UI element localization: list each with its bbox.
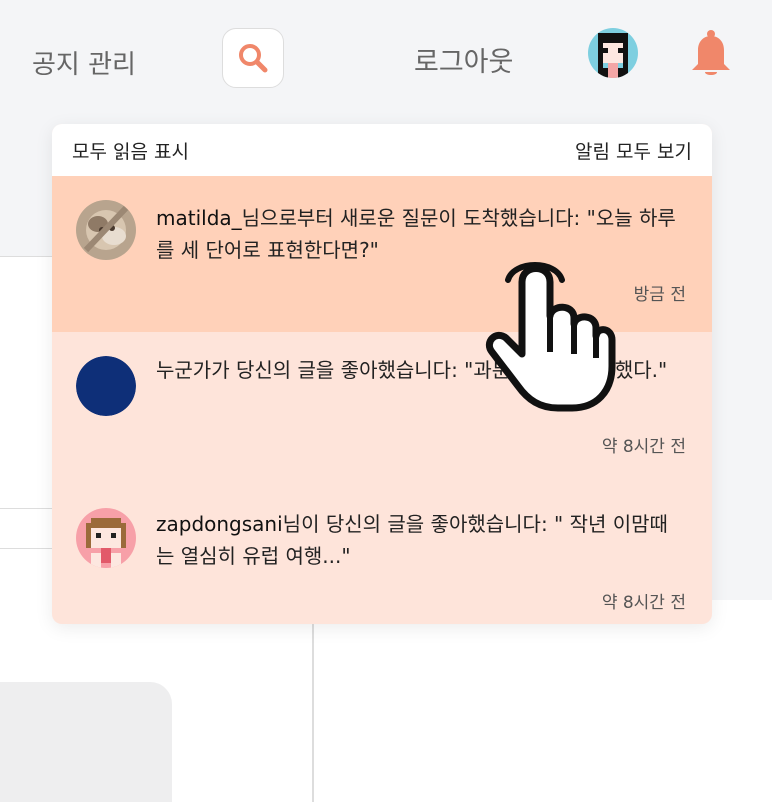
avatar xyxy=(76,200,136,260)
notification-username[interactable]: matilda_ xyxy=(156,206,242,230)
notification-item[interactable]: matilda_님으로부터 새로운 질문이 도착했습니다: "오늘 하루를 세 … xyxy=(52,176,712,332)
notification-text: matilda_님으로부터 새로운 질문이 도착했습니다: "오늘 하루를 세 … xyxy=(156,202,686,266)
user-avatar[interactable] xyxy=(588,28,638,78)
background-content-right xyxy=(312,600,772,802)
dropdown-header: 모두 읽음 표시 알림 모두 보기 xyxy=(52,124,712,176)
notification-dropdown: 모두 읽음 표시 알림 모두 보기 matilda_님으로부터 새로운 질문이 … xyxy=(52,124,712,624)
notification-text: 누군가가 당신의 글을 좋아했습니다: "과분하기 전에 피했다." xyxy=(156,354,686,386)
view-all-notifications-link[interactable]: 알림 모두 보기 xyxy=(575,137,692,164)
notification-item[interactable]: 누군가가 당신의 글을 좋아했습니다: "과분하기 전에 피했다." 약 8시간… xyxy=(52,332,712,478)
search-icon xyxy=(239,44,268,73)
notification-message: 누군가가 당신의 글을 좋아했습니다: "과분하기 전에 피했다." xyxy=(156,358,668,382)
divider xyxy=(0,548,52,549)
notification-time: 약 8시간 전 xyxy=(601,593,686,613)
notice-manage-link[interactable]: 공지 관리 xyxy=(32,44,136,81)
background-card xyxy=(0,682,172,802)
logout-link[interactable]: 로그아웃 xyxy=(414,40,513,79)
notification-bell-button[interactable] xyxy=(688,28,734,78)
divider xyxy=(0,508,52,509)
avatar xyxy=(76,508,136,568)
notification-username[interactable]: zapdongsani xyxy=(156,512,283,536)
top-header: 공지 관리 로그아웃 xyxy=(0,0,772,118)
mark-all-read-button[interactable]: 모두 읽음 표시 xyxy=(72,137,189,164)
notification-text: zapdongsani님이 당신의 글을 좋아했습니다: " 작년 이맘때는 열… xyxy=(156,508,686,572)
notification-time: 약 8시간 전 xyxy=(601,437,686,457)
bell-icon xyxy=(692,30,730,75)
notification-time: 방금 전 xyxy=(633,285,686,305)
avatar xyxy=(76,356,136,416)
divider xyxy=(0,256,52,257)
search-button[interactable] xyxy=(222,28,284,88)
notification-item[interactable]: zapdongsani님이 당신의 글을 좋아했습니다: " 작년 이맘때는 열… xyxy=(52,478,712,624)
